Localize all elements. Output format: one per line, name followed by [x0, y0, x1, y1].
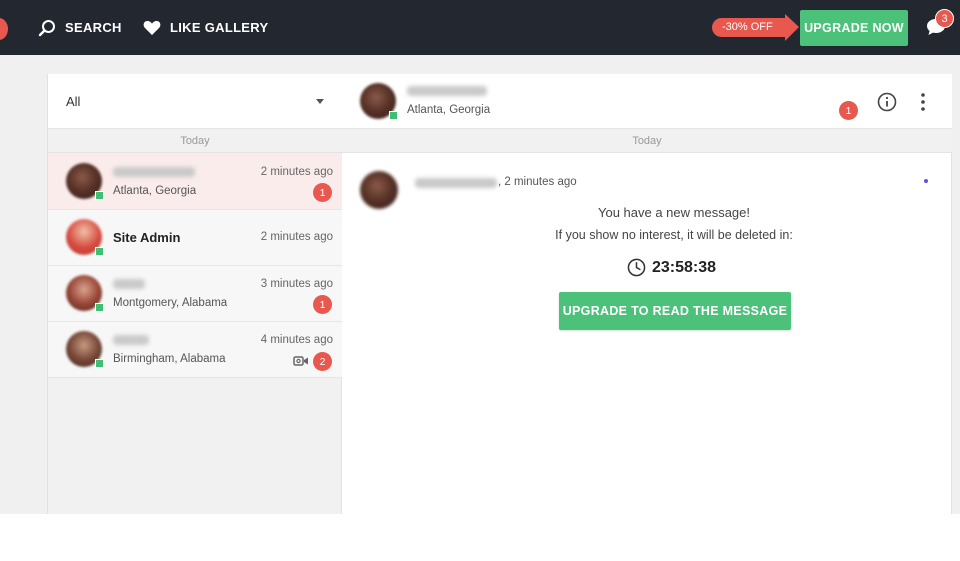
video-camera-icon: [293, 356, 308, 366]
chat-header: Atlanta, Georgia 1: [342, 74, 952, 129]
unread-count-badge: 1: [839, 101, 858, 120]
conversation-time: 4 minutes ago: [260, 334, 333, 346]
unread-count-badge: 2: [313, 352, 332, 371]
online-status-indicator: [95, 247, 104, 256]
info-icon[interactable]: [877, 92, 897, 112]
countdown-timer: 23:58:38: [627, 258, 716, 277]
blurred-username: [113, 279, 145, 289]
upgrade-now-button[interactable]: UPGRADE NOW: [800, 10, 908, 46]
conversation-item[interactable]: Montgomery, Alabama 3 minutes ago 1: [48, 266, 342, 322]
chat-header-location: Atlanta, Georgia: [407, 104, 491, 116]
conversation-location: Birmingham, Alabama: [113, 353, 226, 365]
conversation-name: Site Admin: [113, 230, 181, 245]
online-status-indicator: [95, 303, 104, 312]
conversation-time: 3 minutes ago: [260, 278, 333, 290]
blurred-username: [407, 86, 487, 96]
message-time: , 2 minutes ago: [498, 176, 577, 188]
conversation-location: Atlanta, Georgia: [113, 185, 197, 197]
chevron-down-icon: [316, 99, 324, 104]
unread-count-badge: 1: [313, 295, 332, 314]
search-nav-link[interactable]: SEARCH: [38, 0, 122, 55]
countdown-value: 23:58:38: [652, 258, 717, 276]
conversation-location: Montgomery, Alabama: [113, 297, 228, 309]
online-status-indicator: [95, 359, 104, 368]
day-separator: Today: [342, 129, 952, 153]
day-separator: Today: [48, 129, 342, 153]
conversation-item[interactable]: Site Admin 2 minutes ago: [48, 210, 342, 266]
like-gallery-nav-link[interactable]: LIKE GALLERY: [143, 0, 268, 55]
conversation-time: 2 minutes ago: [260, 231, 333, 243]
clock-icon: [627, 258, 646, 277]
like-gallery-nav-label: LIKE GALLERY: [170, 20, 269, 35]
new-message-text: You have a new message!: [597, 205, 750, 220]
chat-notification-badge: 3: [935, 9, 954, 28]
blurred-username: [113, 335, 149, 345]
top-navbar: SEARCH LIKE GALLERY -30% OFF UPGRADE NOW…: [0, 0, 960, 55]
online-status-indicator: [95, 191, 104, 200]
conversation-time: 2 minutes ago: [260, 166, 333, 178]
deletion-warning-text: If you show no interest, it will be dele…: [555, 228, 793, 242]
message-status-dot: [924, 179, 928, 183]
blurred-username: [415, 178, 497, 188]
heart-icon: [143, 20, 161, 35]
blurred-username: [113, 167, 195, 177]
more-vertical-icon[interactable]: [919, 92, 927, 112]
conversation-filter-select[interactable]: All: [48, 74, 342, 129]
avatar: [360, 171, 398, 209]
logo-icon[interactable]: [0, 18, 8, 40]
conversation-item[interactable]: Atlanta, Georgia 2 minutes ago 1: [48, 154, 342, 210]
chat-panel: Atlanta, Georgia 1 Today , 2 minutes ago…: [342, 74, 952, 514]
search-nav-label: SEARCH: [65, 20, 122, 35]
filter-value: All: [66, 93, 81, 109]
upgrade-to-read-button[interactable]: UPGRADE TO READ THE MESSAGE: [559, 292, 791, 330]
conversation-item[interactable]: Birmingham, Alabama 4 minutes ago 2: [48, 322, 342, 378]
online-status-indicator: [389, 111, 398, 120]
discount-badge: -30% OFF: [712, 14, 799, 41]
search-icon: [38, 19, 55, 36]
unread-count-badge: 1: [313, 183, 332, 202]
conversation-list-panel: All Today Atlanta, Georgia 2 minutes ago…: [47, 74, 342, 514]
